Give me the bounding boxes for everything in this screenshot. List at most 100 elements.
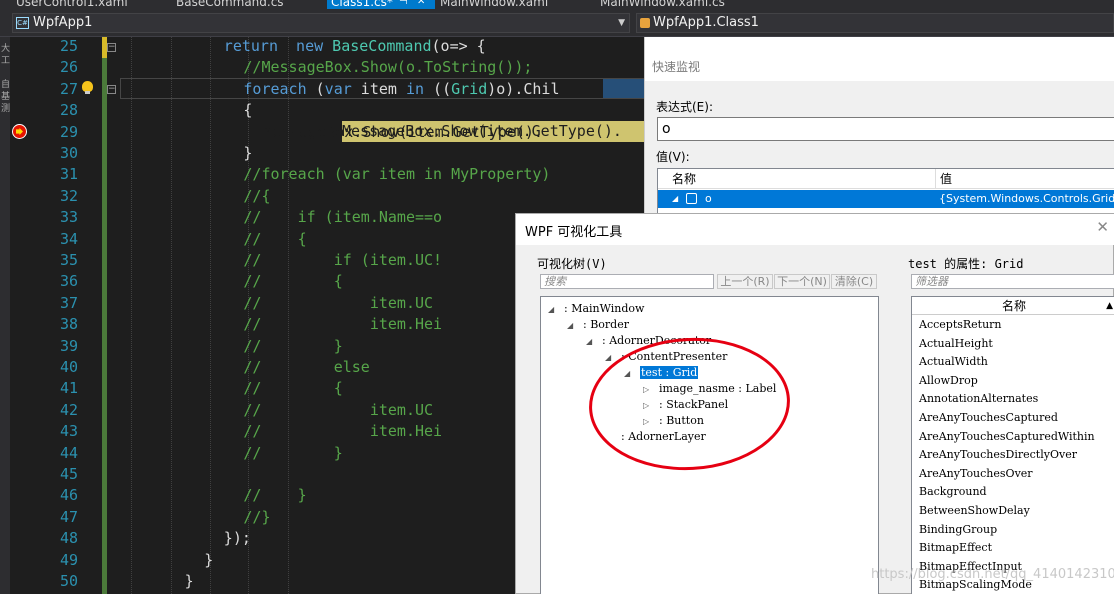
property-item[interactable]: AreAnyTouchesCaptured	[919, 409, 1058, 427]
code-text: // }	[243, 486, 307, 505]
tree-search-input[interactable]: 搜索	[540, 274, 714, 289]
code-line[interactable]: 25 return new BaseCommand(o=> {	[10, 37, 644, 57]
code-text: foreach (var item in ((Grid)o).Chil	[243, 79, 560, 98]
tab-usercontrol1-xaml[interactable]: UserControl1.xaml	[16, 0, 128, 9]
property-item[interactable]: BetweenShowDelay	[919, 502, 1030, 520]
code-text: // }	[243, 336, 343, 355]
property-item[interactable]: Background	[919, 483, 987, 501]
line-number: 47	[59, 507, 78, 526]
line-number: 34	[59, 229, 78, 248]
code-line[interactable]: 26 //MessageBox.Show(o.ToString());	[10, 57, 644, 78]
code-text: });	[223, 529, 251, 548]
code-text: {	[243, 101, 253, 120]
project-dropdown-label: WpfApp1	[33, 15, 93, 30]
expression-label: 表达式(E):	[656, 100, 713, 114]
visualizer-title: WPF 可视化工具	[525, 225, 623, 240]
watch-row-value: {System.Windows.Controls.Grid}	[939, 192, 1114, 205]
visual-tree-label: 可视化树(V)	[537, 257, 607, 271]
tree-node[interactable]: ◢: Border	[567, 318, 629, 332]
tool-tab-5[interactable]: 测	[1, 101, 10, 114]
tab-class1-label: Class1.cs*	[331, 0, 393, 9]
tool-tab-2[interactable]: 工	[1, 53, 10, 66]
side-tool-strip: 大 工 自 基 测	[0, 37, 10, 594]
code-text: // if (item.Name==o	[243, 208, 443, 227]
close-icon[interactable]: ✕	[417, 0, 425, 7]
quickwatch-title: 快速监视	[652, 60, 701, 74]
property-item[interactable]: AreAnyTouchesOver	[919, 465, 1033, 483]
code-text: //MessageBox.Show(o.ToString());	[243, 58, 533, 77]
project-dropdown[interactable]: C# WpfApp1 ▼	[12, 13, 630, 33]
code-text: //foreach (var item in MyProperty)	[243, 165, 551, 184]
line-number: 40	[59, 358, 78, 376]
line-number: 33	[59, 208, 78, 227]
next-button[interactable]: 下一个(N)	[774, 274, 830, 289]
line-number: 39	[59, 336, 78, 355]
property-item[interactable]: AreAnyTouchesDirectlyOver	[919, 446, 1077, 464]
code-text: // {	[243, 229, 307, 248]
code-line[interactable]: 27 foreach (var item in ((Grid)o).Chil	[10, 79, 644, 100]
code-text: //}	[243, 507, 271, 526]
line-number: 49	[59, 550, 78, 569]
code-line[interactable]: 30}	[10, 143, 644, 164]
code-text: // {	[243, 272, 343, 291]
line-number: 27	[59, 79, 78, 98]
expand-arrow-icon[interactable]: ◢	[672, 190, 678, 208]
tab-mainwindow-xaml[interactable]: MainWindow.xaml	[440, 0, 548, 9]
code-text: // item.Hei	[243, 315, 443, 334]
tree-node[interactable]: ◢ : MainWindow	[548, 302, 644, 316]
expression-input[interactable]: o	[657, 117, 1114, 141]
property-item[interactable]: ActualWidth	[919, 353, 988, 371]
tab-basecommand-cs[interactable]: BaseCommand.cs	[176, 0, 284, 9]
code-text: // }	[243, 443, 343, 462]
column-header-name[interactable]: 名称	[658, 169, 936, 189]
prev-button[interactable]: 上一个(R)	[717, 274, 773, 289]
property-item[interactable]: BindingGroup	[919, 521, 997, 539]
properties-column-header[interactable]: 名称 ▲	[912, 297, 1114, 315]
collapse-arrow-icon[interactable]: ◢	[548, 303, 558, 317]
clear-button[interactable]: 清除(C)	[831, 274, 877, 289]
code-text: // if (item.UC!	[243, 251, 443, 269]
tree-node-label: : MainWindow	[564, 302, 645, 315]
properties-list[interactable]: 名称 ▲ AcceptsReturn ActualHeight ActualWidt…	[911, 296, 1114, 594]
code-text: // {	[243, 379, 343, 398]
property-item[interactable]: BitmapEffect	[919, 539, 992, 557]
pin-icon[interactable]: ⊣	[399, 0, 408, 7]
property-filter-input[interactable]: 筛选器	[911, 274, 1114, 289]
code-text: // item.Hei	[243, 422, 443, 441]
line-number: 30	[59, 144, 78, 162]
code-text: }	[204, 550, 214, 569]
line-number: 35	[59, 251, 78, 269]
code-line[interactable]: 32 //{	[10, 186, 644, 207]
watch-row-selected[interactable]: ◢ o {System.Windows.Controls.Grid}	[658, 190, 1114, 208]
line-number: 25	[59, 37, 78, 55]
property-item[interactable]: AnnotationAlternates	[919, 390, 1038, 408]
code-text: }	[184, 572, 194, 590]
code-text: //{	[243, 186, 271, 205]
line-number: 36	[59, 272, 78, 291]
quickwatch-titlebar	[645, 37, 1114, 81]
code-line[interactable]: 28 {	[10, 100, 644, 121]
tab-mainwindow-xaml-cs[interactable]: MainWindow.xaml.cs	[600, 0, 725, 9]
collapse-arrow-icon[interactable]: ◢	[567, 319, 577, 333]
property-item[interactable]: AreAnyTouchesCapturedWithin	[919, 428, 1095, 446]
code-text: return new BaseCommand(o=> {	[223, 37, 486, 55]
current-statement-text: MessageBox.Show(item.GetType().	[342, 122, 622, 140]
line-number: 45	[59, 465, 78, 483]
line-number: 50	[59, 572, 78, 590]
line-number: 42	[59, 400, 78, 419]
collapse-arrow-icon[interactable]: ◢	[586, 335, 596, 349]
watermark: https://blog.csdn.net/qq_414014231068	[871, 567, 1114, 582]
property-item[interactable]: AcceptsReturn	[919, 316, 1002, 334]
close-icon[interactable]: ✕	[1096, 218, 1109, 236]
line-number: 31	[59, 165, 78, 184]
class-icon	[640, 18, 650, 28]
property-item[interactable]: AllowDrop	[919, 372, 978, 390]
document-tab-strip: UserControl1.xaml BaseCommand.cs Class1.…	[0, 0, 1114, 9]
line-number: 43	[59, 422, 78, 441]
code-line[interactable]: 31 //foreach (var item in MyProperty)	[10, 164, 644, 185]
line-number: 44	[59, 443, 78, 462]
line-number: 38	[59, 315, 78, 334]
property-item[interactable]: ActualHeight	[919, 335, 993, 353]
column-header-value[interactable]: 值	[936, 169, 1114, 189]
type-dropdown[interactable]: WpfApp1.Class1	[636, 13, 1114, 33]
